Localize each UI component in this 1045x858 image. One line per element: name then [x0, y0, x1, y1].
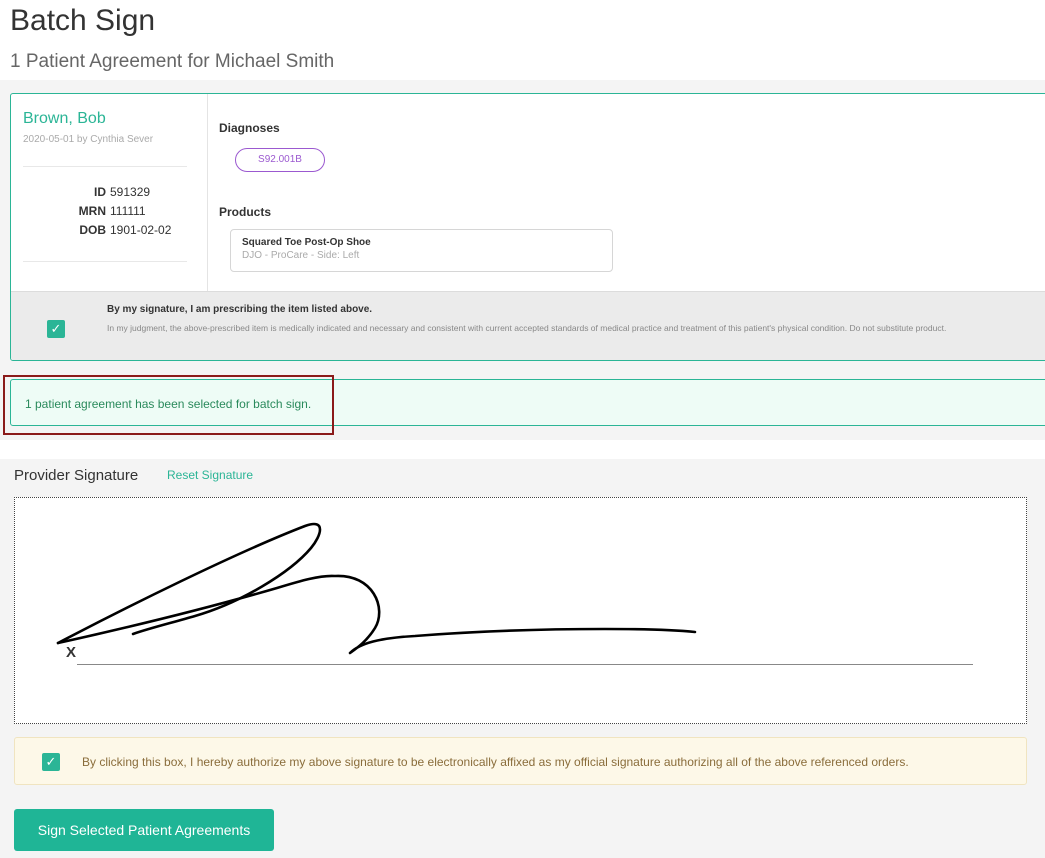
patient-name-link[interactable]: Brown, Bob	[23, 110, 106, 128]
authorization-checkbox[interactable]: ✓	[42, 753, 60, 771]
divider	[23, 166, 187, 167]
page-title: Batch Sign	[10, 4, 156, 37]
patient-id-row: ID 591329	[11, 185, 208, 201]
patient-mrn-value: 111111	[110, 204, 146, 218]
agreement-details: Diagnoses S92.001B Products Squared Toe …	[219, 94, 1045, 291]
patient-info-column: Brown, Bob 2020-05-01 by Cynthia Sever I…	[11, 94, 208, 291]
signature-x-mark: X	[66, 644, 77, 661]
divider	[23, 261, 187, 262]
product-detail: DJO - ProCare - Side: Left	[242, 250, 360, 261]
product-card: Squared Toe Post-Op Shoe DJO - ProCare -…	[230, 229, 613, 272]
signature-stroke	[56, 522, 697, 655]
diagnosis-badge: S92.001B	[235, 148, 325, 172]
agreement-meta: 2020-05-01 by Cynthia Sever	[23, 134, 154, 145]
signature-pad[interactable]: X	[14, 497, 1027, 724]
signature-line	[77, 664, 973, 665]
diagnoses-heading: Diagnoses	[219, 121, 280, 135]
prescription-attestation: ✓ By my signature, I am prescribing the …	[11, 291, 1045, 360]
authorization-text: By clicking this box, I hereby authorize…	[82, 755, 909, 769]
attestation-title: By my signature, I am prescribing the it…	[107, 304, 373, 315]
patient-agreement-card: Brown, Bob 2020-05-01 by Cynthia Sever I…	[10, 93, 1045, 361]
patient-dob-label: DOB	[79, 223, 106, 237]
patient-id-value: 591329	[110, 185, 151, 199]
provider-signature-label: Provider Signature	[14, 467, 139, 484]
patient-dob-row: DOB 1901-02-02	[11, 223, 208, 239]
check-icon: ✓	[45, 754, 57, 769]
check-icon: ✓	[50, 321, 62, 336]
reset-signature-link[interactable]: Reset Signature	[167, 468, 253, 482]
attestation-body: In my judgment, the above-prescribed ite…	[107, 323, 947, 333]
authorization-notice: ✓ By clicking this box, I hereby authori…	[14, 737, 1027, 785]
attestation-checkbox[interactable]: ✓	[47, 320, 65, 338]
product-name: Squared Toe Post-Op Shoe	[242, 237, 371, 248]
patient-id-label: ID	[94, 185, 106, 199]
sign-selected-agreements-button[interactable]: Sign Selected Patient Agreements	[14, 809, 274, 851]
patient-mrn-label: MRN	[78, 204, 106, 218]
patient-mrn-row: MRN 111111	[11, 204, 208, 220]
annotation-highlight-frame	[3, 375, 334, 435]
patient-dob-value: 1901-02-02	[110, 223, 172, 237]
page-subtitle: 1 Patient Agreement for Michael Smith	[10, 51, 335, 72]
products-heading: Products	[219, 205, 272, 219]
